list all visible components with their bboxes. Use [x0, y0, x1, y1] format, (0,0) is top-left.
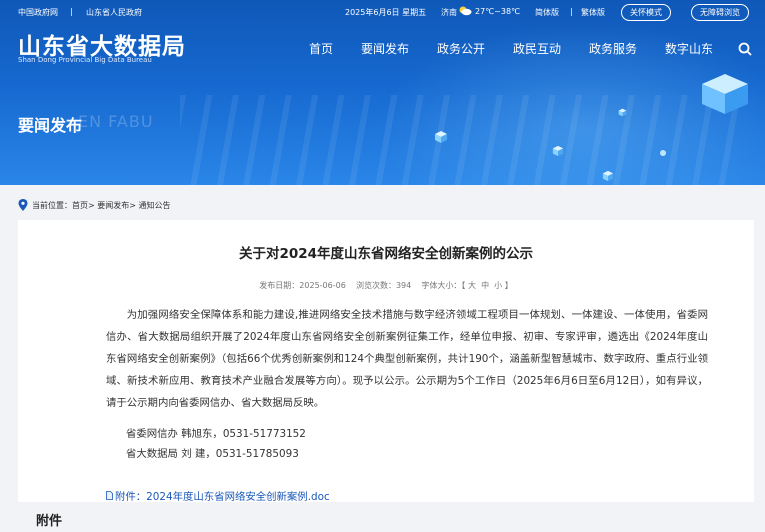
nav-item-digital-sd[interactable]: 数字山东: [665, 40, 713, 57]
nav-item-services[interactable]: 政务服务: [589, 40, 637, 57]
top-separator: |: [70, 7, 73, 16]
city-text: 济南: [441, 8, 457, 17]
small-cube-graphic: [602, 170, 614, 182]
article-body: 为加强网络安全保障体系和能力建设,推进网络安全技术措施与数字经济领域工程项目一体…: [106, 309, 708, 409]
article-meta: 发布日期：2025-06-06 浏览次数：394 字体大小：【 大 中 小 】: [18, 280, 754, 291]
contact-line: 省委网信办 韩旭东，0531-51773152: [126, 428, 306, 440]
nav-item-gov-open[interactable]: 政务公开: [437, 40, 485, 57]
date-text: 2025年6月6日 星期五: [345, 8, 427, 17]
header-banner: 中国政府网 | 山东省人民政府 2025年6月6日 星期五 济南 27℃~38℃…: [0, 0, 765, 185]
small-cube-graphic: [618, 108, 627, 117]
view-count: 浏览次数：394: [355, 281, 412, 290]
contact-list: 省委网信办 韩旭东，0531-51773152 省大数据局 刘 建，0531-5…: [126, 424, 306, 464]
section-title-en: EN FABU: [78, 112, 154, 131]
temperature-text: 27℃~38℃: [475, 7, 521, 16]
font-size-medium-button[interactable]: 中: [481, 281, 489, 290]
breadcrumb: 当前位置：首页> 要闻发布> 通知公告: [18, 199, 171, 211]
large-cube-graphic: [702, 74, 748, 114]
top-separator-2: |: [570, 7, 573, 16]
top-bar: 中国政府网 | 山东省人民政府 2025年6月6日 星期五 济南 27℃~38℃…: [18, 0, 758, 22]
font-size-large-button[interactable]: 大: [468, 281, 476, 290]
small-cube-graphic: [435, 131, 447, 143]
barrier-free-button[interactable]: 无障碍浏览: [691, 4, 749, 21]
simplified-link[interactable]: 简体版: [535, 7, 559, 18]
publish-date: 发布日期：2025-06-06: [259, 281, 346, 290]
province-link[interactable]: 山东省人民政府: [86, 7, 142, 18]
attachment-link-text[interactable]: 附件：2024年度山东省网络安全创新案例.doc: [115, 488, 330, 503]
nav-item-interaction[interactable]: 政民互动: [513, 40, 561, 57]
font-size-close: 】: [504, 281, 513, 290]
breadcrumb-text[interactable]: 当前位置：首页> 要闻发布> 通知公告: [32, 200, 171, 211]
care-mode-button[interactable]: 关怀模式: [621, 4, 671, 21]
search-icon[interactable]: [738, 41, 752, 56]
nav-item-home[interactable]: 首页: [309, 40, 333, 57]
article-card: 关于对2024年度山东省网络安全创新案例的公示 发布日期：2025-06-06 …: [18, 220, 754, 503]
dot-graphic: [660, 150, 666, 156]
small-cube-graphic: [552, 145, 564, 157]
attachment-heading: 附件: [36, 514, 63, 529]
weather-icon: [458, 5, 472, 18]
nav-item-news[interactable]: 要闻发布: [361, 40, 409, 57]
article-title: 关于对2024年度山东省网络安全创新案例的公示: [238, 246, 534, 262]
gov-link[interactable]: 中国政府网: [18, 7, 58, 18]
banner-decoration: [180, 95, 740, 185]
font-size-small-button[interactable]: 小: [494, 281, 502, 290]
document-icon: [106, 491, 113, 500]
location-pin-icon: [18, 199, 28, 211]
attachment-link[interactable]: 附件：2024年度山东省网络安全创新案例.doc: [106, 488, 330, 503]
traditional-link[interactable]: 繁体版: [581, 7, 605, 18]
font-size-label: 字体大小：【: [421, 281, 466, 290]
contact-line: 省大数据局 刘 建，0531-51785093: [126, 448, 299, 460]
section-title: 要闻发布: [18, 116, 83, 135]
site-logo-subtitle: Shan Dong Provincial Big Data Bureau: [18, 56, 152, 64]
